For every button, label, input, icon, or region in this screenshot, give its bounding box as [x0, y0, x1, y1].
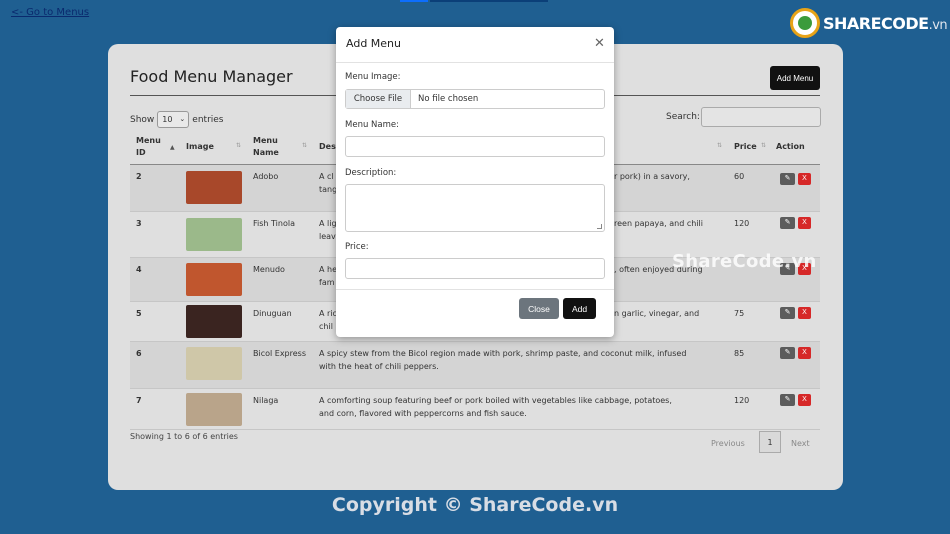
menu-image-file-input[interactable]: Choose File No file chosen — [345, 89, 605, 109]
edit-button[interactable]: ✎ — [780, 217, 795, 229]
file-name-text: No file chosen — [418, 94, 479, 104]
price-label: Price: — [345, 242, 369, 252]
resize-handle-icon[interactable] — [597, 224, 602, 229]
add-menu-modal: Add Menu ✕ Menu Image: Choose File No fi… — [336, 27, 614, 337]
top-strip — [0, 0, 950, 2]
entries-label: entries — [192, 114, 224, 125]
delete-button[interactable]: X — [798, 394, 811, 406]
price-field[interactable] — [345, 258, 605, 279]
col-menu-name[interactable]: Menu Name — [253, 135, 289, 159]
entries-length-control: Show 10 ⌄ entries — [130, 111, 224, 128]
copyright-watermark: Copyright © ShareCode.vn — [331, 494, 619, 516]
menu-thumbnail — [186, 393, 242, 426]
sort-asc-icon: ▲ — [170, 144, 175, 151]
sort-icon: ⇅ — [717, 142, 723, 149]
pager-next[interactable]: Next — [791, 439, 810, 448]
description-textarea[interactable] — [345, 184, 605, 232]
edit-button[interactable]: ✎ — [780, 173, 795, 185]
entries-select[interactable]: 10 ⌄ — [157, 111, 190, 128]
table-row: 6 Bicol Express A spicy stew from the Bi… — [130, 342, 820, 389]
modal-footer-divider — [336, 289, 614, 290]
delete-button[interactable]: X — [798, 173, 811, 185]
delete-button[interactable]: X — [798, 307, 811, 319]
page-title: Food Menu Manager — [130, 67, 293, 86]
modal-title: Add Menu — [346, 37, 401, 50]
search-label: Search: — [666, 112, 700, 122]
close-icon[interactable]: ✕ — [594, 37, 605, 50]
add-menu-button[interactable]: Add Menu — [770, 66, 820, 90]
description-label: Description: — [345, 168, 397, 178]
table-info: Showing 1 to 6 of 6 entries — [130, 432, 238, 441]
edit-button[interactable]: ✎ — [780, 347, 795, 359]
delete-button[interactable]: X — [798, 217, 811, 229]
delete-button[interactable]: X — [798, 347, 811, 359]
sort-icon: ⇅ — [236, 142, 242, 149]
logo-icon — [790, 8, 820, 38]
pager-previous[interactable]: Previous — [711, 439, 745, 448]
menu-image-label: Menu Image: — [345, 72, 401, 82]
sharecode-logo: SHARECODE.vn — [790, 8, 948, 38]
modal-header: Add Menu ✕ — [336, 27, 614, 63]
close-button[interactable]: Close — [519, 298, 559, 319]
col-description[interactable]: Des — [319, 141, 336, 153]
col-menu-id[interactable]: Menu ID — [136, 135, 166, 159]
logo-brand: SHARECODE — [823, 13, 929, 33]
col-price[interactable]: Price — [734, 141, 757, 153]
sort-icon: ⇅ — [761, 142, 767, 149]
back-to-menus-link[interactable]: <- Go to Menus — [11, 7, 89, 18]
choose-file-button[interactable]: Choose File — [346, 90, 411, 108]
edit-button[interactable]: ✎ — [780, 394, 795, 406]
logo-domain: .vn — [928, 17, 948, 33]
menu-thumbnail — [186, 305, 242, 338]
table-row: 7 Nilaga A comforting soup featuring bee… — [130, 389, 820, 430]
watermark-text: ShareCode.vn — [672, 251, 817, 272]
search-input[interactable] — [701, 107, 821, 127]
col-action: Action — [776, 142, 805, 151]
chevron-down-icon: ⌄ — [179, 115, 186, 123]
pager-page-1[interactable]: 1 — [759, 431, 781, 453]
menu-thumbnail — [186, 347, 242, 380]
sort-icon: ⇅ — [302, 142, 308, 149]
menu-thumbnail — [186, 171, 242, 204]
col-image[interactable]: Image — [186, 141, 214, 153]
menu-thumbnail — [186, 263, 242, 296]
show-label: Show — [130, 114, 155, 125]
add-button[interactable]: Add — [563, 298, 596, 319]
menu-name-label: Menu Name: — [345, 120, 399, 130]
edit-button[interactable]: ✎ — [780, 307, 795, 319]
menu-thumbnail — [186, 218, 242, 251]
menu-name-field[interactable] — [345, 136, 605, 157]
